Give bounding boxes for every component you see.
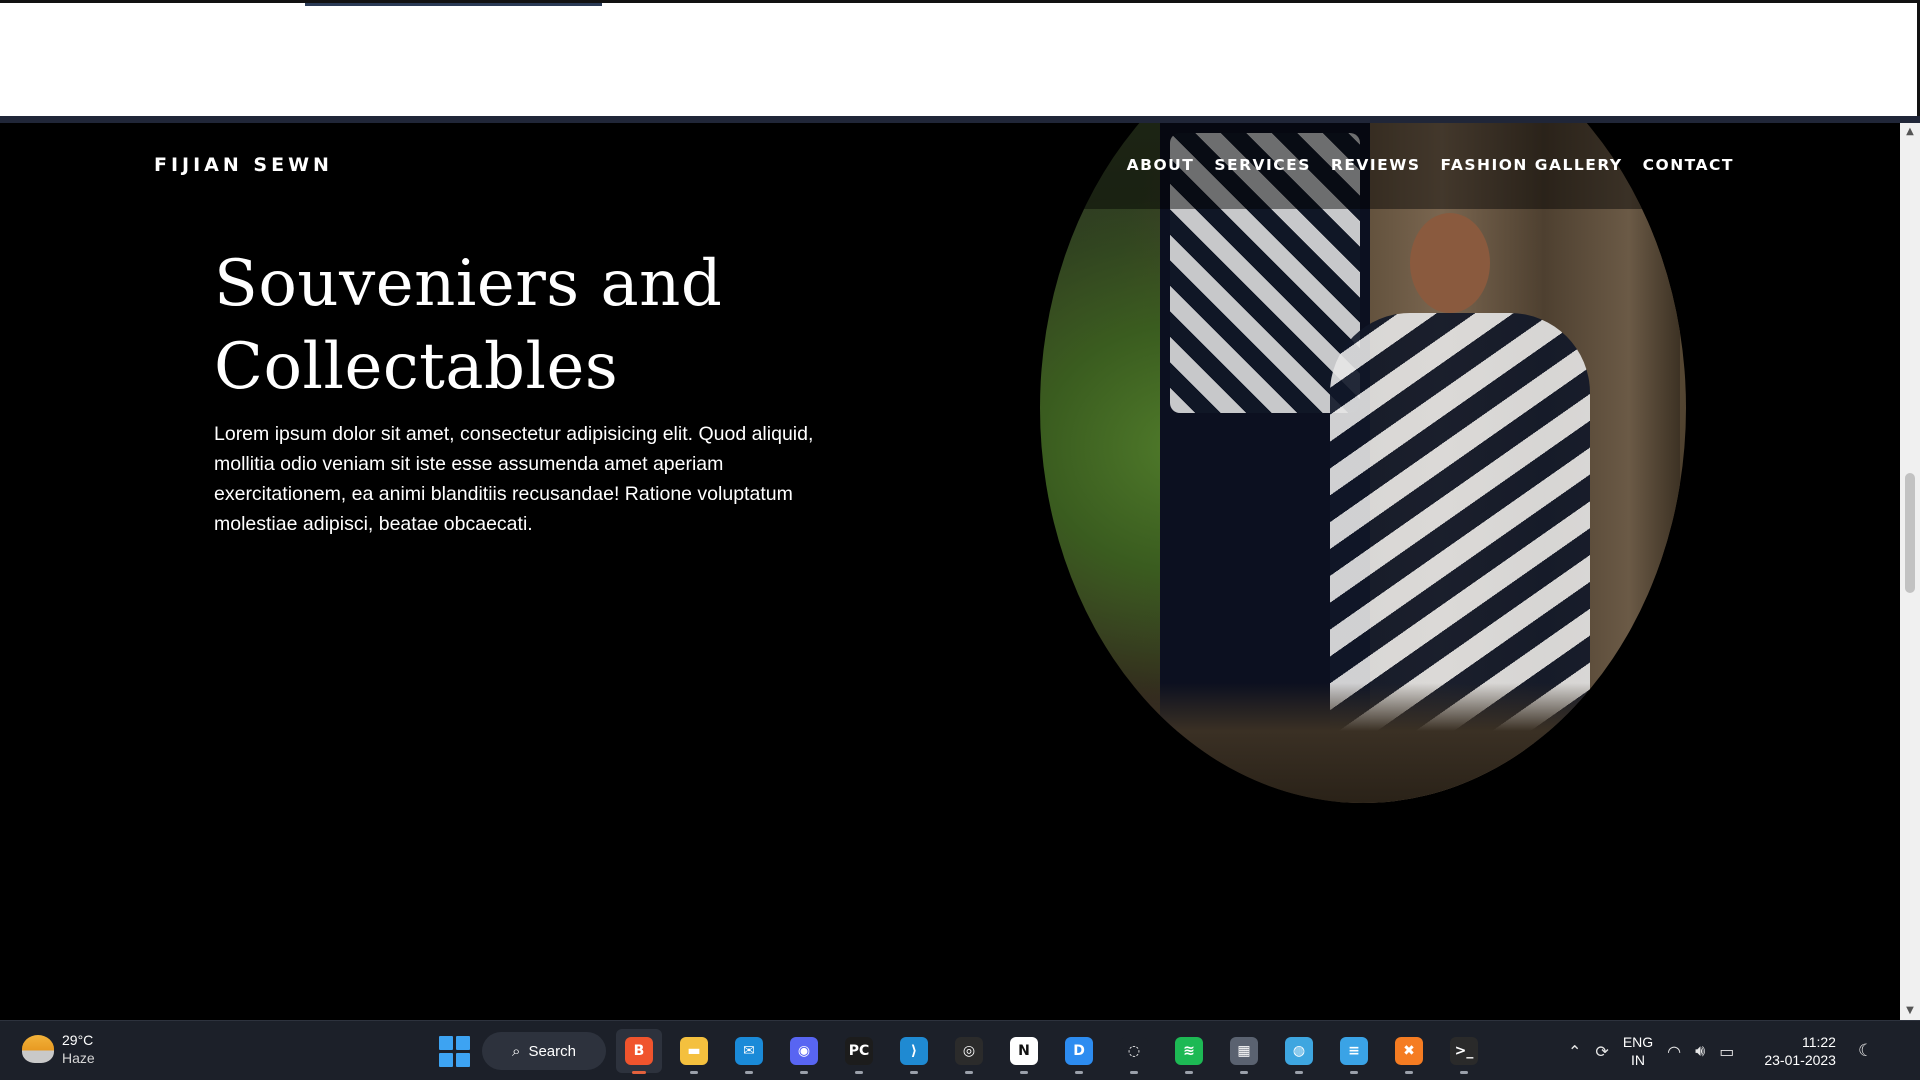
lang-line2: IN xyxy=(1630,1052,1645,1068)
taskbar-app-calculator[interactable]: ▦ xyxy=(1221,1029,1267,1074)
photo-woman-dress xyxy=(1330,313,1590,743)
site-header: FIJIAN SEWN ABOUT SERVICES REVIEWS FASHI… xyxy=(0,123,1900,209)
taskbar-app-app-green-ring[interactable]: ◌ xyxy=(1111,1029,1157,1074)
spotify-icon: ≋ xyxy=(1175,1037,1203,1065)
document-app-icon: D xyxy=(1065,1037,1093,1065)
nav-link-reviews[interactable]: REVIEWS xyxy=(1331,156,1421,174)
haze-sun-icon xyxy=(22,1035,54,1063)
system-tray: ⌃ ⟳ ENG IN ◠ 🔊︎ ▭ 11:22 23-01-2023 ☾ xyxy=(1568,1031,1873,1071)
terminal-icon: >_ xyxy=(1450,1037,1478,1065)
running-indicator xyxy=(1130,1071,1138,1074)
weather-widget[interactable]: 29°C Haze xyxy=(22,1031,95,1067)
taskbar-app-obs[interactable]: ◎ xyxy=(946,1029,992,1074)
weather-temp: 29°C xyxy=(62,1032,94,1048)
taskbar-app-xampp[interactable]: ✖ xyxy=(1386,1029,1432,1074)
green-ring-icon: ◌ xyxy=(1120,1037,1148,1065)
nav-link-fashion-gallery[interactable]: FASHION GALLERY xyxy=(1441,156,1623,174)
language-indicator[interactable]: ENG IN xyxy=(1623,1033,1653,1069)
running-indicator xyxy=(1020,1071,1028,1074)
obs-icon: ◎ xyxy=(955,1037,983,1065)
mail-icon: ✉ xyxy=(735,1037,763,1065)
running-indicator xyxy=(1075,1071,1083,1074)
clock-time: 11:22 xyxy=(1801,1034,1836,1050)
hero-title-line1: Souveniers and xyxy=(214,247,723,321)
taskbar: 29°C Haze ⌕ Search B ▬ ✉ ◉ PC ⟩ ◎ N D ◌ ≋ ▦ ◍ ≡ ✖ >_ ⌃ … xyxy=(0,1020,1920,1080)
vscode-icon: ⟩ xyxy=(900,1037,928,1065)
running-indicator xyxy=(690,1071,698,1074)
taskbar-app-app-blue[interactable]: D xyxy=(1056,1029,1102,1074)
volume-icon[interactable]: 🔊︎ xyxy=(1695,1041,1705,1061)
page-scrollbar[interactable]: ▲ ▼ xyxy=(1900,123,1920,1020)
scroll-up-icon[interactable]: ▲ xyxy=(1900,123,1920,141)
taskbar-app-discord[interactable]: ◉ xyxy=(781,1029,827,1074)
hero-image xyxy=(1040,123,1686,803)
nav-link-about[interactable]: ABOUT xyxy=(1127,156,1195,174)
clock[interactable]: 11:22 23-01-2023 xyxy=(1764,1033,1836,1069)
nav-link-services[interactable]: SERVICES xyxy=(1214,156,1311,174)
site-brand[interactable]: FIJIAN SEWN xyxy=(154,154,333,176)
browser-chrome xyxy=(0,0,1920,119)
main-nav: ABOUT SERVICES REVIEWS FASHION GALLERY C… xyxy=(1127,156,1734,174)
photo-woman-head xyxy=(1410,213,1490,313)
taskbar-app-terminal[interactable]: >_ xyxy=(1441,1029,1487,1074)
windows-start-icon[interactable] xyxy=(436,1033,472,1069)
lang-line1: ENG xyxy=(1622,1034,1654,1050)
photo-ground xyxy=(1040,683,1686,803)
taskbar-app-notepad[interactable]: ≡ xyxy=(1331,1029,1377,1074)
page-viewport: FIJIAN SEWN ABOUT SERVICES REVIEWS FASHI… xyxy=(0,123,1900,1020)
folder-icon: ▬ xyxy=(680,1037,708,1065)
taskbar-app-vscode[interactable]: ⟩ xyxy=(891,1029,937,1074)
brave-icon: B xyxy=(625,1037,653,1065)
wifi-icon[interactable]: ◠ xyxy=(1667,1042,1681,1061)
taskbar-app-pycharm[interactable]: PC xyxy=(836,1029,882,1074)
running-indicator xyxy=(1295,1071,1303,1074)
weather-condition: Haze xyxy=(62,1050,95,1066)
running-indicator xyxy=(910,1071,918,1074)
notion-icon: N xyxy=(1010,1037,1038,1065)
running-indicator xyxy=(1240,1071,1248,1074)
hero-title: Souveniers and Collectables xyxy=(214,243,854,409)
pinned-apps: B ▬ ✉ ◉ PC ⟩ ◎ N D ◌ ≋ ▦ ◍ ≡ ✖ >_ xyxy=(616,1029,1487,1074)
xampp-icon: ✖ xyxy=(1395,1037,1423,1065)
running-indicator xyxy=(745,1071,753,1074)
search-icon: ⌕ xyxy=(512,1042,521,1060)
notifications-icon[interactable]: ☾ xyxy=(1858,1041,1873,1061)
taskbar-search[interactable]: ⌕ Search xyxy=(482,1032,606,1070)
search-label: Search xyxy=(528,1042,576,1060)
running-indicator xyxy=(965,1071,973,1074)
running-indicator xyxy=(1185,1071,1193,1074)
clock-date: 23-01-2023 xyxy=(1764,1052,1836,1068)
notepad-icon: ≡ xyxy=(1340,1037,1368,1065)
running-indicator xyxy=(1350,1071,1358,1074)
scroll-thumb[interactable] xyxy=(1905,473,1915,593)
scroll-down-icon[interactable]: ▼ xyxy=(1900,1002,1920,1020)
hero-body-text: Lorem ipsum dolor sit amet, consectetur … xyxy=(214,423,814,535)
taskbar-app-spotify[interactable]: ≋ xyxy=(1166,1029,1212,1074)
discord-icon: ◉ xyxy=(790,1037,818,1065)
battery-icon[interactable]: ▭ xyxy=(1719,1042,1734,1061)
taskbar-app-globe-app[interactable]: ◍ xyxy=(1276,1029,1322,1074)
pycharm-icon: PC xyxy=(845,1037,873,1065)
hero-title-line2: Collectables xyxy=(214,330,619,404)
weather-text: 29°C Haze xyxy=(62,1031,95,1067)
running-indicator xyxy=(800,1071,808,1074)
nav-link-contact[interactable]: CONTACT xyxy=(1643,156,1734,174)
taskbar-app-file-explorer[interactable]: ▬ xyxy=(671,1029,717,1074)
taskbar-apps: ⌕ Search B ▬ ✉ ◉ PC ⟩ ◎ N D ◌ ≋ ▦ ◍ ≡ ✖ >_ xyxy=(436,1029,1487,1074)
running-indicator xyxy=(632,1071,646,1074)
calculator-icon: ▦ xyxy=(1230,1037,1258,1065)
chrome-divider xyxy=(0,116,1920,123)
running-indicator xyxy=(1460,1071,1468,1074)
taskbar-app-mail[interactable]: ✉ xyxy=(726,1029,772,1074)
running-indicator xyxy=(1405,1071,1413,1074)
sync-icon[interactable]: ⟳ xyxy=(1595,1042,1608,1061)
taskbar-app-notion[interactable]: N xyxy=(1001,1029,1047,1074)
active-tab-indicator xyxy=(305,3,602,6)
globe-icon: ◍ xyxy=(1285,1037,1313,1065)
taskbar-app-brave[interactable]: B xyxy=(616,1029,662,1074)
running-indicator xyxy=(855,1071,863,1074)
chevron-up-icon[interactable]: ⌃ xyxy=(1568,1042,1581,1061)
